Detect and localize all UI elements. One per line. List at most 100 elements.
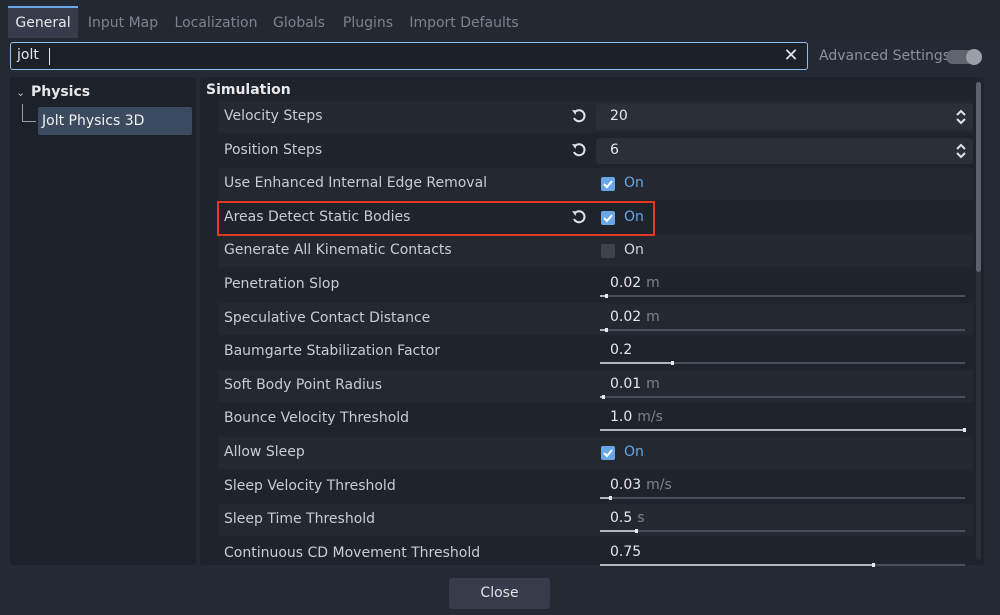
slider-value[interactable]: 0.5 s (610, 510, 645, 526)
slider-fill (600, 429, 965, 432)
setting-row: Position Steps 6 (218, 135, 973, 167)
tab-bar: General Input Map Localization Globals P… (0, 0, 1000, 42)
tab-localization[interactable]: Localization (170, 8, 262, 38)
revert-icon[interactable] (570, 208, 588, 226)
setting-row: Penetration Slop 0.02 m (218, 269, 973, 301)
tab-general[interactable]: General (8, 6, 78, 38)
checkbox-label[interactable]: On (624, 444, 644, 460)
slider-track[interactable] (600, 327, 965, 332)
slider-value[interactable]: 0.02 m (610, 275, 660, 291)
search-text: jolt (17, 47, 39, 63)
setting-row: Sleep Velocity Threshold 0.03 m/s (218, 471, 973, 503)
tab-input-map[interactable]: Input Map (82, 8, 164, 38)
spinbox-value: 6 (610, 141, 619, 158)
spin-arrows-icon[interactable] (955, 107, 967, 127)
checkbox[interactable] (601, 177, 615, 192)
scrollbar[interactable] (976, 82, 981, 560)
setting-label: Velocity Steps (224, 108, 323, 124)
slider-value[interactable]: 0.75 (610, 544, 641, 560)
slider-handle[interactable] (605, 327, 608, 332)
slider-handle[interactable] (872, 562, 875, 567)
advanced-settings-toggle[interactable] (946, 49, 982, 65)
slider-unit: m (646, 375, 660, 392)
setting-label: Bounce Velocity Threshold (224, 410, 410, 427)
chevron-down-icon[interactable]: ⌄ (16, 86, 25, 99)
checkbox-label[interactable]: On (624, 209, 644, 225)
slider-handle[interactable] (609, 495, 612, 500)
scrollbar-thumb[interactable] (976, 82, 981, 272)
setting-label: Sleep Velocity Threshold (224, 477, 396, 494)
slider-track[interactable] (600, 394, 965, 399)
setting-label: Generate All Kinematic Contacts (224, 242, 452, 259)
spinbox-input[interactable]: 6 (596, 137, 973, 164)
search-input[interactable]: jolt ✕ (10, 42, 808, 70)
tab-plugins[interactable]: Plugins (336, 8, 400, 38)
checkbox[interactable] (601, 210, 615, 225)
setting-row: Baumgarte Stabilization Factor 0.2 (218, 336, 973, 368)
slider-number: 0.75 (610, 543, 642, 560)
close-button[interactable]: Close (449, 578, 550, 609)
setting-label: Areas Detect Static Bodies (224, 208, 411, 225)
checkbox[interactable] (601, 244, 615, 259)
checkbox-label[interactable]: On (624, 175, 644, 191)
tree-item-physics[interactable]: Physics (31, 84, 90, 100)
setting-label: Allow Sleep (224, 444, 305, 460)
slider-number: 0.2 (610, 342, 633, 359)
slider-number: 1.0 (610, 409, 633, 426)
checkbox-label[interactable]: On (624, 242, 644, 258)
slider-handle[interactable] (963, 428, 966, 433)
slider-unit: s (637, 510, 645, 527)
slider-value[interactable]: 0.02 m (610, 309, 660, 325)
category-tree: ⌄ Physics Jolt Physics 3D (10, 77, 196, 565)
slider-handle[interactable] (602, 394, 605, 399)
revert-icon[interactable] (570, 107, 588, 125)
slider-track[interactable] (600, 294, 965, 298)
slider-number: 0.02 (610, 308, 642, 325)
slider-value[interactable]: 0.03 m/s (610, 477, 672, 493)
slider-number: 0.5 (610, 510, 633, 527)
setting-row: Generate All Kinematic Contacts On (218, 235, 973, 268)
setting-row: Speculative Contact Distance 0.02 m (218, 302, 973, 335)
slider-fill (600, 530, 637, 533)
slider-track[interactable] (600, 562, 965, 567)
setting-label: Speculative Contact Distance (224, 309, 431, 326)
setting-label: Position Steps (224, 141, 323, 158)
slider-handle[interactable] (605, 294, 608, 298)
setting-row: Sleep Time Threshold 0.5 s (218, 504, 973, 537)
tree-item-jolt-physics-3d[interactable]: Jolt Physics 3D (38, 107, 192, 135)
slider-track[interactable] (600, 428, 966, 433)
revert-icon[interactable] (570, 141, 588, 159)
close-icon[interactable]: ✕ (781, 45, 801, 67)
slider-value[interactable]: 1.0 m/s (610, 409, 663, 425)
setting-row: Use Enhanced Internal Edge Removal On (218, 168, 973, 201)
slider-track[interactable] (600, 495, 965, 500)
setting-label: Use Enhanced Internal Edge Removal (224, 175, 488, 192)
advanced-settings-label: Advanced Settings (819, 48, 951, 64)
setting-row: Bounce Velocity Threshold 1.0 m/s (218, 403, 973, 435)
tree-connector (22, 121, 36, 122)
slider-track[interactable] (600, 361, 965, 366)
slider-value[interactable]: 0.01 m (610, 376, 660, 392)
slider-track[interactable] (600, 529, 965, 534)
slider-handle[interactable] (635, 529, 638, 534)
slider-unit: m (646, 275, 660, 291)
tab-import-defaults[interactable]: Import Defaults (406, 8, 522, 38)
spinbox-input[interactable]: 20 (596, 104, 973, 130)
slider-number: 0.01 (610, 375, 642, 392)
setting-label: Sleep Time Threshold (224, 511, 376, 528)
slider-unit: m (646, 308, 660, 325)
section-title: Simulation (206, 82, 291, 98)
spinbox-value: 20 (610, 108, 628, 124)
setting-label: Penetration Slop (224, 276, 340, 292)
slider-value[interactable]: 0.2 (610, 342, 632, 358)
setting-label: Soft Body Point Radius (224, 376, 383, 393)
spin-arrows-icon[interactable] (955, 141, 967, 161)
slider-handle[interactable] (671, 361, 674, 366)
setting-row: Areas Detect Static Bodies On (218, 202, 973, 234)
setting-row: Velocity Steps 20 (218, 101, 973, 133)
setting-row: Allow Sleep On (218, 437, 973, 469)
setting-label: Baumgarte Stabilization Factor (224, 343, 441, 360)
tab-globals[interactable]: Globals (268, 8, 330, 38)
checkbox[interactable] (601, 446, 615, 460)
slider-number: 0.03 (610, 476, 642, 493)
